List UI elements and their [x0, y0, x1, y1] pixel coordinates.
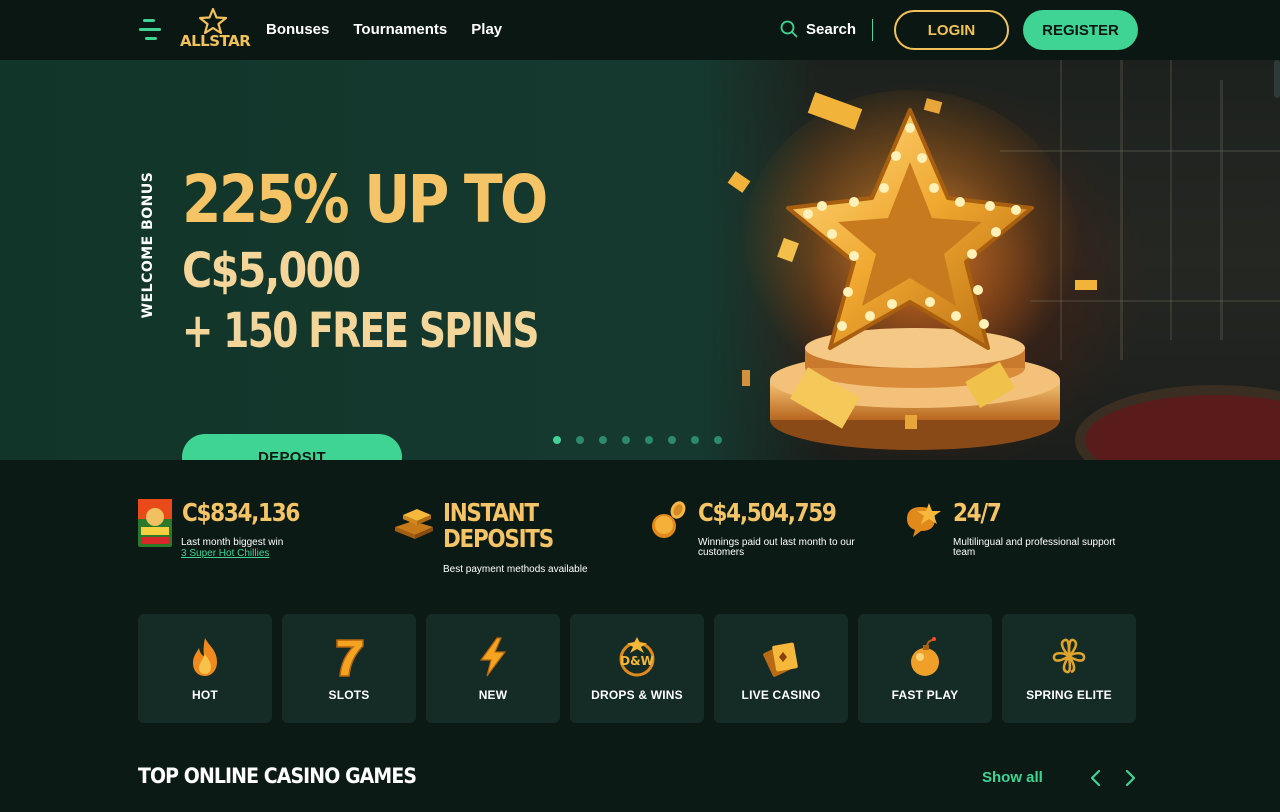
category-slots[interactable]: SLOTS — [282, 614, 416, 723]
support-desc-1: Multilingual and professional support — [953, 537, 1116, 548]
category-label: SLOTS — [328, 688, 370, 702]
search-button[interactable]: Search — [780, 20, 856, 38]
chevron-right-icon[interactable] — [1122, 769, 1138, 787]
search-icon — [780, 20, 798, 38]
nav-bonuses[interactable]: Bonuses — [266, 20, 329, 40]
carousel-dot[interactable] — [576, 436, 584, 444]
top-header: ALLSTAR Bonuses Tournaments Play Search … — [0, 0, 1280, 60]
support-desc-2: team — [953, 547, 976, 558]
welcome-bonus-label: WELCOME BONUS — [140, 171, 156, 319]
bomb-icon — [911, 637, 939, 676]
seven-icon — [336, 639, 364, 677]
hamburger-menu-icon[interactable] — [137, 17, 163, 43]
winnings-paid-value: C$4,504,759 — [698, 498, 837, 527]
category-label: LIVE CASINO — [741, 688, 821, 702]
main-nav: Bonuses Tournaments Play — [266, 20, 502, 40]
carousel-dot[interactable] — [622, 436, 630, 444]
lightning-icon — [479, 637, 507, 677]
biggest-win-value: C$834,136 — [182, 498, 300, 527]
svg-text:D&W: D&W — [620, 654, 654, 668]
category-spring-elite[interactable]: SPRING ELITE — [1002, 614, 1136, 723]
carousel-dot[interactable] — [668, 436, 676, 444]
page-scrollbar[interactable] — [1274, 60, 1280, 98]
hero-headline: 225% UP TO — [182, 161, 548, 238]
category-label: SPRING ELITE — [1026, 688, 1112, 702]
instant-deposits-desc: Best payment methods available — [443, 564, 588, 575]
carousel-dot[interactable] — [645, 436, 653, 444]
hero-free-spins: + 150 FREE SPINS — [182, 303, 539, 359]
carousel-dot[interactable] — [599, 436, 607, 444]
carousel-dot[interactable] — [714, 436, 722, 444]
section-title: TOP ONLINE CASINO GAMES — [138, 764, 417, 788]
category-drops-wins[interactable]: D&W DROPS & WINS — [570, 614, 704, 723]
gold-coins-icon — [652, 501, 686, 538]
category-label: HOT — [192, 688, 218, 702]
login-button[interactable]: LOGIN — [894, 10, 1009, 50]
category-hot[interactable]: HOT — [138, 614, 272, 723]
category-label: NEW — [478, 688, 508, 702]
carousel-dot[interactable] — [691, 436, 699, 444]
carousel-dot[interactable] — [553, 436, 561, 444]
deposit-button[interactable]: DEPOSIT — [182, 434, 402, 460]
instant-deposits-title-2: DEPOSITS — [443, 524, 554, 553]
category-new[interactable]: NEW — [426, 614, 560, 723]
logo-star-icon — [198, 8, 228, 34]
category-fast-play[interactable]: FAST PLAY — [858, 614, 992, 723]
hero-amount: C$5,000 — [182, 243, 361, 299]
flame-icon — [193, 638, 217, 676]
carousel-dots — [553, 436, 722, 444]
category-live-casino[interactable]: LIVE CASINO — [714, 614, 848, 723]
gold-bars-icon — [395, 509, 433, 539]
nav-tournaments[interactable]: Tournaments — [353, 20, 447, 40]
hero-background — [0, 60, 740, 460]
allstar-logo[interactable]: ALLSTAR — [180, 8, 251, 52]
support-value: 24/7 — [953, 498, 1002, 527]
support-chat-icon — [907, 503, 941, 537]
hero-banner[interactable]: WELCOME BONUS 225% UP TO C$5,000 + 150 F… — [0, 60, 1280, 460]
winnings-paid-desc-2: customers — [698, 547, 745, 558]
register-button[interactable]: REGISTER — [1023, 10, 1138, 50]
category-label: FAST PLAY — [891, 688, 959, 702]
show-all-link[interactable]: Show all — [982, 769, 1043, 786]
slot-game-thumbnail[interactable] — [138, 499, 172, 547]
header-divider — [872, 19, 873, 41]
search-label: Search — [806, 20, 857, 38]
chevron-left-icon[interactable] — [1088, 769, 1104, 787]
cards-icon — [763, 642, 798, 677]
biggest-win-desc: Last month biggest win — [181, 537, 284, 548]
logo-text: ALLSTAR — [180, 32, 251, 50]
drops-wins-icon: D&W — [619, 637, 655, 677]
golden-star-trophy-image — [727, 90, 1097, 450]
clover-icon — [1052, 638, 1086, 674]
nav-play[interactable]: Play — [471, 20, 502, 40]
biggest-win-game-link[interactable]: 3 Super Hot Chillies — [181, 548, 269, 559]
category-label: DROPS & WINS — [591, 688, 683, 702]
